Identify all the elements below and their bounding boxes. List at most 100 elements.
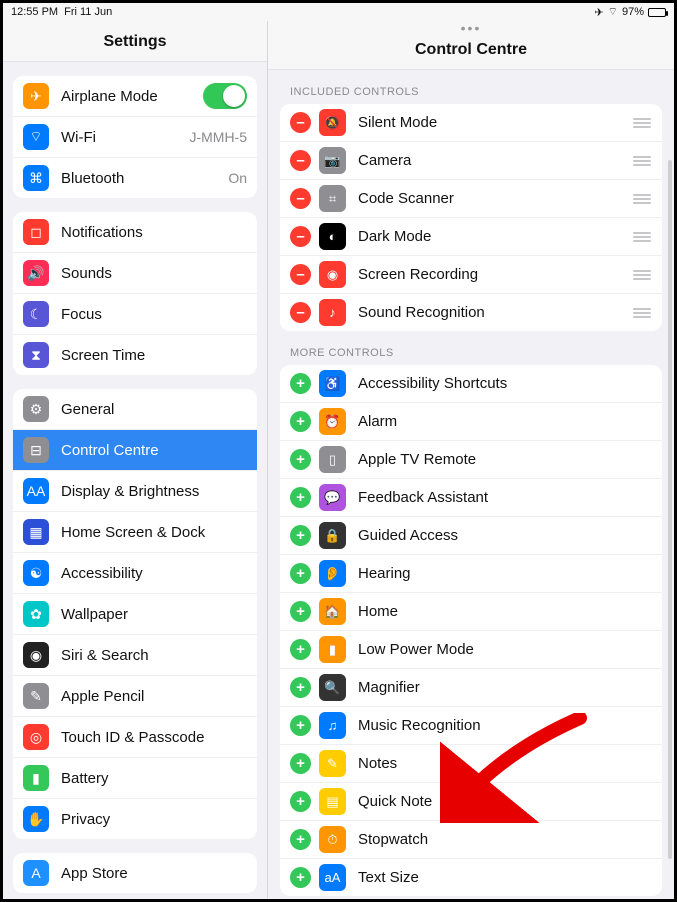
sidebar-item-label: Battery — [61, 770, 247, 787]
control-row: + ♿ Accessibility Shortcuts — [280, 365, 662, 403]
sidebar-item-touchid[interactable]: ◎Touch ID & Passcode — [13, 717, 257, 758]
toggle-airplane[interactable] — [203, 83, 247, 109]
sidebar-item-general[interactable]: ⚙General — [13, 389, 257, 430]
sidebar-item-appstore[interactable]: AApp Store — [13, 853, 257, 893]
drag-handle-icon[interactable] — [632, 194, 652, 204]
control-label: Accessibility Shortcuts — [358, 375, 652, 392]
drag-handle-icon[interactable] — [632, 118, 652, 128]
control-label: Sound Recognition — [358, 304, 632, 321]
status-time: 12:55 PM — [11, 6, 58, 18]
sidebar-item-homescreen[interactable]: ▦Home Screen & Dock — [13, 512, 257, 553]
sidebar-item-wifi[interactable]: ⌔Wi-FiJ-MMH-5 — [13, 117, 257, 158]
add-button[interactable]: + — [290, 677, 311, 698]
sidebar-item-label: Notifications — [61, 224, 247, 241]
control-icon: ♿ — [319, 370, 346, 397]
control-icon: 🔍 — [319, 674, 346, 701]
wallpaper-icon: ✿ — [23, 601, 49, 627]
control-icon: ⏱ — [319, 826, 346, 853]
control-icon: ◐ — [319, 223, 346, 250]
remove-button[interactable]: – — [290, 188, 311, 209]
battery-icon: ▮ — [23, 765, 49, 791]
control-label: Music Recognition — [358, 717, 652, 734]
status-battery-pct: 97% — [622, 6, 644, 18]
drag-handle-icon[interactable] — [632, 232, 652, 242]
add-button[interactable]: + — [290, 791, 311, 812]
touchid-icon: ◎ — [23, 724, 49, 750]
sidebar-item-bluetooth[interactable]: ⌘BluetoothOn — [13, 158, 257, 198]
remove-button[interactable]: – — [290, 112, 311, 133]
add-button[interactable]: + — [290, 373, 311, 394]
content-title: Control Centre — [268, 35, 674, 70]
control-icon: aA — [319, 864, 346, 891]
sidebar-item-accessibility[interactable]: ☯Accessibility — [13, 553, 257, 594]
sidebar-item-wallpaper[interactable]: ✿Wallpaper — [13, 594, 257, 635]
control-row: +🔍Magnifier — [280, 669, 662, 707]
sidebar-item-display[interactable]: AADisplay & Brightness — [13, 471, 257, 512]
control-icon: 🏠 — [319, 598, 346, 625]
add-button[interactable]: + — [290, 525, 311, 546]
control-label: Feedback Assistant — [358, 489, 652, 506]
control-label: Code Scanner — [358, 190, 632, 207]
control-row: +💬Feedback Assistant — [280, 479, 662, 517]
sidebar-item-label: Airplane Mode — [61, 88, 203, 105]
control-icon: ▮ — [319, 636, 346, 663]
pencil-icon: ✎ — [23, 683, 49, 709]
control-row: +🏠Home — [280, 593, 662, 631]
add-button[interactable]: + — [290, 639, 311, 660]
add-button[interactable]: + — [290, 487, 311, 508]
control-icon: ▤ — [319, 788, 346, 815]
add-button[interactable]: + — [290, 867, 311, 888]
control-label: Screen Recording — [358, 266, 632, 283]
sidebar-item-pencil[interactable]: ✎ Apple Pencil — [13, 676, 257, 717]
status-date: Fri 11 Jun — [64, 6, 112, 18]
sidebar-item-label: Display & Brightness — [61, 483, 247, 500]
control-row: +⏱Stopwatch — [280, 821, 662, 859]
remove-button[interactable]: – — [290, 150, 311, 171]
drag-handle-icon[interactable] — [632, 270, 652, 280]
airplane-icon: ✈ — [23, 83, 49, 109]
remove-button[interactable]: – — [290, 264, 311, 285]
sidebar-item-privacy[interactable]: ✋Privacy — [13, 799, 257, 839]
add-button[interactable]: + — [290, 563, 311, 584]
control-row: +aAText Size — [280, 859, 662, 896]
control-row: +⏰Alarm — [280, 403, 662, 441]
section-title: INCLUDED CONTROLS — [268, 70, 674, 104]
siri-icon: ◉ — [23, 642, 49, 668]
sidebar-item-controlcentre[interactable]: ⊟Control Centre — [13, 430, 257, 471]
sidebar-item-sounds[interactable]: 🔊Sounds — [13, 253, 257, 294]
control-row: +▯Apple TV Remote — [280, 441, 662, 479]
drag-handle-icon[interactable] — [632, 156, 652, 166]
sidebar-item-label: Siri & Search — [61, 647, 247, 664]
sidebar-item-siri[interactable]: ◉ Siri & Search — [13, 635, 257, 676]
sidebar-item-airplane[interactable]: ✈ Airplane Mode — [13, 76, 257, 117]
drag-handle-icon[interactable] — [632, 308, 652, 318]
control-row: –♪Sound Recognition — [280, 294, 662, 331]
add-button[interactable]: + — [290, 753, 311, 774]
sidebar-item-label: Home Screen & Dock — [61, 524, 247, 541]
scrollbar[interactable] — [668, 160, 672, 859]
sidebar-item-focus[interactable]: ☾Focus — [13, 294, 257, 335]
controlcentre-icon: ⊟ — [23, 437, 49, 463]
sidebar-item-notifications[interactable]: ◻ Notifications — [13, 212, 257, 253]
sidebar-title: Settings — [3, 21, 267, 62]
control-row: +👂Hearing — [280, 555, 662, 593]
remove-button[interactable]: – — [290, 302, 311, 323]
remove-button[interactable]: – — [290, 226, 311, 247]
add-button[interactable]: + — [290, 411, 311, 432]
wifi-icon: ⌔ — [23, 124, 49, 150]
sidebar-item-label: Apple Pencil — [61, 688, 247, 705]
multitask-dots[interactable]: ••• — [268, 21, 674, 35]
wifi-status-icon: ⌔ — [608, 5, 618, 19]
notifications-icon: ◻ — [23, 219, 49, 245]
add-button[interactable]: + — [290, 829, 311, 850]
add-button[interactable]: + — [290, 449, 311, 470]
sidebar-item-screentime[interactable]: ⧗Screen Time — [13, 335, 257, 375]
control-label: Silent Mode — [358, 114, 632, 131]
add-button[interactable]: + — [290, 715, 311, 736]
add-button[interactable]: + — [290, 601, 311, 622]
control-row: –📷Camera — [280, 142, 662, 180]
control-label: Low Power Mode — [358, 641, 652, 658]
control-row: –⌗Code Scanner — [280, 180, 662, 218]
control-label: Guided Access — [358, 527, 652, 544]
sidebar-item-battery[interactable]: ▮ Battery — [13, 758, 257, 799]
